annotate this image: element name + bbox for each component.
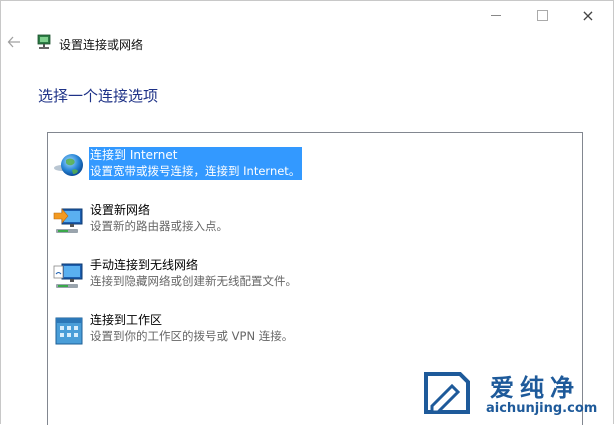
minimize-button[interactable] <box>473 3 519 27</box>
close-button[interactable]: × <box>565 3 611 27</box>
watermark-url: aichunjing.com <box>486 401 598 416</box>
maximize-button[interactable] <box>519 3 565 27</box>
new-network-icon <box>52 203 88 239</box>
option-connect-internet[interactable]: 连接到 Internet 设置宽带或拨号连接，连接到 Internet。 <box>50 144 580 192</box>
option-manual-wireless[interactable]: 手动连接到无线网络 连接到隐藏网络或创建新无线配置文件。 <box>50 254 580 302</box>
option-connect-workplace[interactable]: 连接到工作区 设置到你的工作区的拨号或 VPN 连接。 <box>50 309 580 357</box>
watermark: 爱纯净 aichunjing.com <box>418 370 616 424</box>
workplace-icon <box>52 313 88 349</box>
option-label: 连接到 Internet <box>90 148 178 162</box>
minimize-icon <box>491 14 501 16</box>
watermark-name: 爱纯净 <box>490 374 580 402</box>
option-label: 连接到工作区 <box>90 313 163 327</box>
maximize-icon <box>536 9 548 21</box>
option-text: 设置新网络 设置新的路由器或接入点。 <box>90 202 228 234</box>
page-heading: 选择一个连接选项 <box>38 87 159 105</box>
option-description: 设置到你的工作区的拨号或 VPN 连接。 <box>90 329 294 343</box>
close-icon: × <box>581 5 595 25</box>
setup-connection-window: × 设置连接或网络 选择一个连接选项 连接到 Internet 设置宽带或拨号连… <box>0 0 614 425</box>
option-label: 手动连接到无线网络 <box>90 258 199 272</box>
window-title: 设置连接或网络 <box>59 38 144 52</box>
wireless-network-icon <box>52 258 88 294</box>
globe-icon <box>52 148 88 184</box>
option-description: 连接到隐藏网络或创建新无线配置文件。 <box>90 274 297 288</box>
option-text: 连接到 Internet 设置宽带或拨号连接，连接到 Internet。 <box>89 147 303 180</box>
option-new-network[interactable]: 设置新网络 设置新的路由器或接入点。 <box>50 199 580 247</box>
option-label: 设置新网络 <box>90 203 151 217</box>
option-text: 连接到工作区 设置到你的工作区的拨号或 VPN 连接。 <box>90 312 293 344</box>
back-button[interactable] <box>7 35 23 51</box>
option-description: 设置宽带或拨号连接，连接到 Internet。 <box>90 164 301 178</box>
option-text: 手动连接到无线网络 连接到隐藏网络或创建新无线配置文件。 <box>90 257 297 289</box>
back-arrow-icon <box>7 36 20 48</box>
network-setup-icon <box>36 34 52 50</box>
watermark-logo-icon <box>418 370 470 414</box>
option-description: 设置新的路由器或接入点。 <box>90 219 228 233</box>
